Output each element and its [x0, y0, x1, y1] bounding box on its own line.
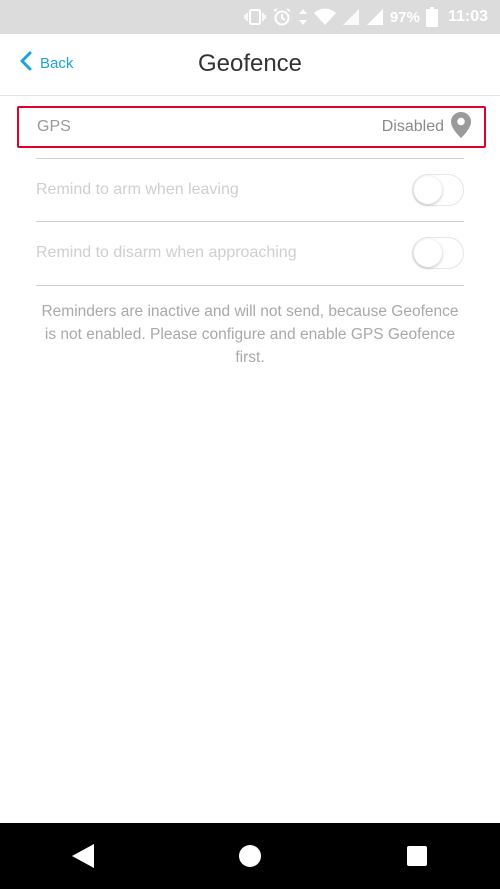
- triangle-back-icon: [72, 844, 95, 868]
- remind-arm-row: Remind to arm when leaving: [36, 160, 464, 220]
- remind-disarm-toggle[interactable]: [412, 237, 464, 269]
- page-title: Geofence: [197, 50, 303, 77]
- circle-home-icon: [238, 845, 261, 867]
- nav-home-button[interactable]: [220, 826, 280, 886]
- divider: [36, 158, 464, 159]
- remind-arm-toggle[interactable]: [412, 174, 464, 206]
- data-arrows-icon: [298, 8, 308, 26]
- toggle-knob: [414, 239, 442, 267]
- signal-icon: [342, 8, 360, 26]
- square-recents-icon: [406, 846, 427, 866]
- status-bar: 97% 11:03: [0, 0, 500, 34]
- nav-recents-button[interactable]: [387, 826, 447, 886]
- battery-icon: [425, 7, 438, 27]
- location-pin-icon: [450, 111, 472, 144]
- alarm-icon: [272, 7, 292, 27]
- divider: [36, 221, 464, 222]
- remind-arm-label: Remind to arm when leaving: [36, 181, 239, 198]
- remind-disarm-row: Remind to disarm when approaching: [36, 223, 464, 283]
- app-header: Back Geofence: [0, 34, 500, 96]
- gps-setting-row[interactable]: GPS Disabled: [17, 106, 486, 148]
- geofence-notice: Reminders are inactive and will not send…: [41, 303, 459, 366]
- wifi-icon: [313, 8, 336, 26]
- gps-label: GPS: [37, 118, 71, 135]
- signal-icon-2: [366, 8, 384, 26]
- vibrate-icon: [244, 8, 266, 26]
- divider: [36, 285, 464, 286]
- gps-status-value: Disabled: [381, 118, 444, 135]
- nav-back-button[interactable]: [53, 826, 113, 886]
- clock: 11:03: [447, 8, 488, 25]
- navigation-bar: [0, 823, 500, 889]
- remind-disarm-label: Remind to disarm when approaching: [36, 244, 297, 261]
- toggle-knob: [414, 176, 442, 204]
- battery-percentage: 97%: [389, 8, 420, 26]
